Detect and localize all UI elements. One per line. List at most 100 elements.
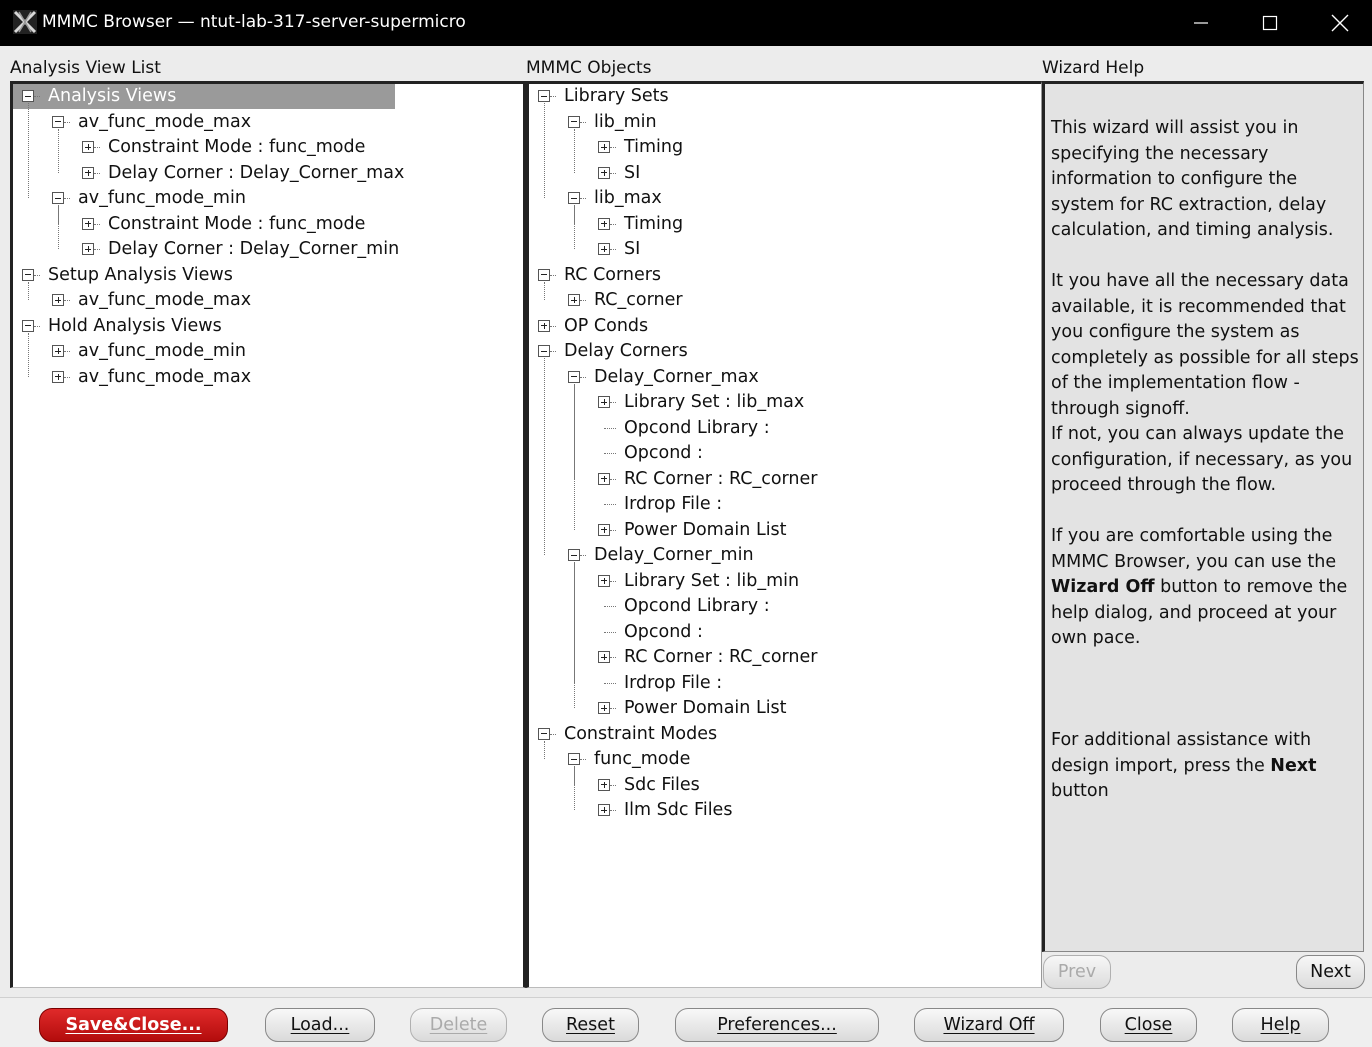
tree-connector [550, 96, 556, 97]
collapse-icon[interactable] [568, 370, 580, 383]
tree-node-label: Constraint Mode : func_mode [108, 213, 366, 234]
tree-node-label: Hold Analysis Views [48, 315, 222, 336]
tree-connector [610, 580, 616, 582]
expand-icon[interactable] [598, 651, 610, 663]
collapse-icon[interactable] [568, 192, 580, 204]
expand-icon[interactable] [598, 141, 610, 153]
expand-icon[interactable] [52, 345, 64, 357]
tree-connector [550, 325, 556, 327]
tree-connector [610, 402, 616, 403]
collapse-icon[interactable] [538, 90, 550, 102]
collapse-icon[interactable] [538, 727, 550, 740]
expand-icon[interactable] [568, 294, 580, 306]
preferences-button[interactable]: Preferences... [675, 1008, 879, 1042]
expand-icon[interactable] [82, 217, 94, 230]
prev-button[interactable]: Prev [1043, 955, 1111, 989]
help-paragraph-4: If you are comfortable using the MMMC Br… [1051, 524, 1361, 652]
reset-button[interactable]: Reset [542, 1008, 639, 1042]
tree-node-label: Constraint Mode : func_mode [108, 137, 366, 157]
collapse-icon[interactable] [52, 192, 64, 204]
tree-connector [580, 555, 586, 556]
tree-node-label: Delay Corner : Delay_Corner_min [108, 239, 400, 259]
tree-connector-line [58, 205, 59, 249]
tree-connector [64, 376, 70, 378]
tree-connector [610, 529, 616, 531]
tree-leaf-connector [604, 453, 616, 454]
tree-node-label: func_mode [594, 749, 691, 769]
expand-icon[interactable] [82, 243, 94, 255]
tree-node-label: Delay Corners [564, 341, 688, 361]
minimize-button[interactable] [1166, 0, 1236, 46]
tree-node-label: Constraint Modes [564, 723, 718, 744]
expand-icon[interactable] [598, 702, 610, 714]
expand-icon[interactable] [82, 166, 94, 179]
expand-icon[interactable] [598, 778, 610, 791]
collapse-icon[interactable] [568, 753, 580, 765]
collapse-icon[interactable] [568, 115, 580, 128]
collapse-icon[interactable] [22, 90, 34, 102]
tree-connector-line [544, 281, 545, 300]
maximize-icon [1262, 15, 1278, 31]
help-button[interactable]: Help [1232, 1008, 1329, 1042]
tree-connector [64, 351, 70, 352]
tree-connector [64, 198, 70, 199]
wizard-off-button[interactable]: Wizard Off [914, 1008, 1064, 1042]
tree-connector-line [574, 128, 575, 173]
collapse-icon[interactable] [538, 268, 550, 281]
tree-connector-line [28, 103, 29, 198]
tree-node-label: Delay Corner : Delay_Corner_max [108, 162, 405, 183]
expand-icon[interactable] [52, 294, 64, 306]
expand-icon[interactable] [598, 166, 610, 179]
maximize-button[interactable] [1235, 0, 1305, 46]
wizard-help-label: Wizard Help [1042, 58, 1145, 78]
help-bold-text: Next [1270, 755, 1317, 776]
tree-connector-line [544, 358, 545, 555]
expand-icon[interactable] [598, 472, 610, 485]
collapse-icon[interactable] [538, 345, 550, 357]
expand-icon[interactable] [598, 523, 610, 536]
close-button[interactable]: Close [1100, 1008, 1197, 1042]
tree-connector [610, 249, 616, 250]
save-close-label: Save&Close... [65, 1015, 202, 1035]
tree-node-label: Analysis Views [48, 86, 177, 106]
load-button[interactable]: Load... [265, 1008, 375, 1042]
expand-icon[interactable] [598, 804, 610, 816]
save-close-button[interactable]: Save&Close... [39, 1008, 228, 1042]
collapse-icon[interactable] [22, 268, 34, 281]
help-paragraph-5: For additional assistance with design im… [1051, 728, 1361, 805]
expand-icon[interactable] [598, 574, 610, 587]
tree-connector-line [28, 281, 29, 300]
help-label: Help [1260, 1015, 1301, 1035]
tree-leaf-connector [604, 504, 616, 505]
tree-connector [94, 223, 100, 225]
tree-connector [94, 249, 100, 250]
collapse-icon[interactable] [568, 549, 580, 561]
tree-node-label: Library Set : lib_max [624, 392, 805, 412]
tree-node-label: lib_max [594, 188, 662, 208]
tree-node-label: Irdrop File : [624, 494, 723, 514]
tree-node-label: RC Corner : RC_corner [624, 468, 818, 489]
expand-icon[interactable] [538, 319, 550, 332]
expand-icon[interactable] [82, 141, 94, 153]
expand-icon[interactable] [52, 370, 64, 383]
expand-icon[interactable] [598, 243, 610, 255]
collapse-icon[interactable] [52, 115, 64, 128]
expand-icon[interactable] [598, 217, 610, 230]
tree-connector-line [574, 383, 575, 530]
help-paragraph-3: If not, you can always update the config… [1051, 424, 1353, 495]
help-text: If you are comfortable using the MMMC Br… [1051, 526, 1337, 572]
next-button[interactable]: Next [1296, 955, 1365, 989]
close-window-button[interactable] [1305, 0, 1372, 46]
tree-node-label: av_func_mode_max [78, 290, 252, 310]
collapse-icon[interactable] [22, 319, 34, 332]
expand-icon[interactable] [598, 396, 610, 408]
tree-node-label: Opcond Library : [624, 596, 770, 616]
tree-node-label: Library Set : lib_min [624, 570, 800, 591]
tree-connector [64, 121, 70, 123]
help-paragraph-1: This wizard will assist you in specifyin… [1051, 118, 1334, 240]
delete-button[interactable]: Delete [410, 1008, 507, 1042]
tree-node-label: av_func_mode_max [78, 111, 252, 132]
window-title: MMMC Browser — ntut-lab-317-server-super… [42, 12, 466, 32]
close-icon [1331, 14, 1349, 32]
app-icon [13, 10, 37, 34]
